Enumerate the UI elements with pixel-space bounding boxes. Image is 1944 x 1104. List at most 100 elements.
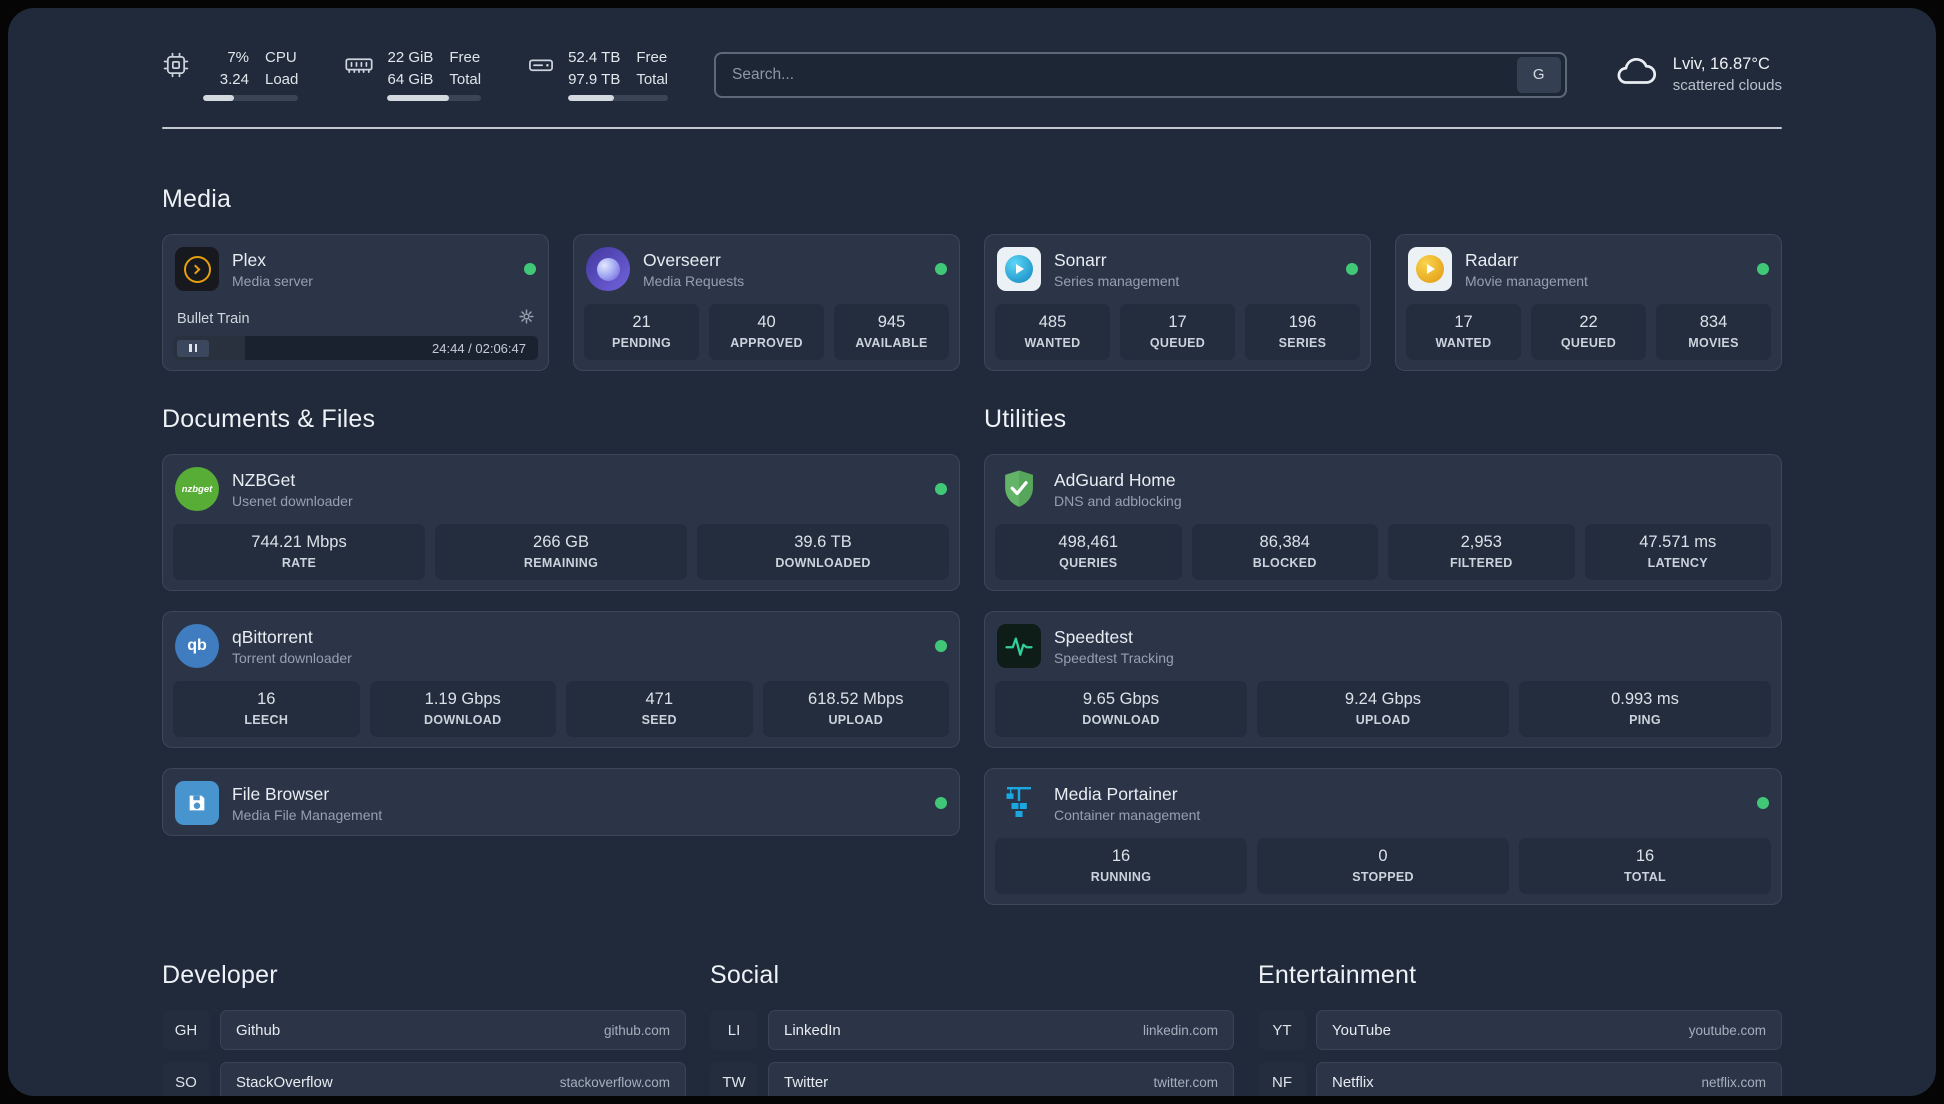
pause-button[interactable] [177,339,209,357]
card-header: Media Portainer Container management [995,779,1771,825]
stat-value: 86,384 [1259,533,1310,551]
qbittorrent-card[interactable]: qb qBittorrent Torrent downloader 16 LEE… [162,611,960,748]
stat-value: 471 [645,690,674,708]
bookmark-name: StackOverflow [236,1073,333,1091]
adguard-card[interactable]: AdGuard Home DNS and adblocking 498,461 … [984,454,1782,591]
stat-value: 16 [1635,847,1655,865]
overseerr-icon [586,247,630,291]
card-title: Sonarr [1054,249,1107,270]
stat-available: 945 AVAILABLE [834,304,949,360]
stat-value: 196 [1288,313,1317,331]
plex-card[interactable]: Plex Media server Bullet Train 24:44 / 0… [162,234,549,371]
stat-label: QUEUED [1149,336,1206,350]
stat-queued: 22 QUEUED [1531,304,1646,360]
disk-free-label: Free [636,49,668,66]
stat-value: 0 [1378,847,1388,865]
stat-label: DOWNLOAD [1082,713,1160,727]
stat-label: UPLOAD [828,713,884,727]
section-title-media: Media [162,185,232,213]
stat-label: SERIES [1278,336,1327,350]
speedtest-card[interactable]: Speedtest Speedtest Tracking 9.65 Gbps D… [984,611,1782,748]
bookmark-abbr[interactable]: YT [1258,1010,1306,1050]
developer-bookmarks: Developer GH Github github.com SO StackO… [162,961,686,1096]
stat-label: DOWNLOADED [775,556,871,570]
bookmark-link[interactable]: StackOverflow stackoverflow.com [220,1062,686,1096]
social-bookmarks: Social LI LinkedIn linkedin.com TW Twitt… [710,961,1234,1096]
stat-value: 16 [1111,847,1131,865]
status-dot [935,797,947,809]
bookmark-url: netflix.com [1701,1074,1766,1090]
stat-label: PENDING [611,336,672,350]
sonarr-card[interactable]: Sonarr Series management 485 WANTED 17 Q… [984,234,1371,371]
portainer-card[interactable]: Media Portainer Container management 16 … [984,768,1782,905]
cpu-bar-fill [203,95,235,101]
section-title-social: Social [710,961,780,989]
stat-stopped: 0 STOPPED [1257,838,1509,894]
cpu-load: 3.24 [219,70,249,88]
stat-wanted: 17 WANTED [1406,304,1521,360]
stat-label: LATENCY [1647,556,1708,570]
memory-total: 64 GiB [387,70,434,88]
card-desc: Series management [1054,272,1180,289]
cloud-icon [1615,56,1659,93]
adguard-icon [997,467,1041,511]
bookmark-link[interactable]: YouTube youtube.com [1316,1010,1782,1050]
stat-label: WANTED [1024,336,1081,350]
radarr-icon [1408,247,1452,291]
overseerr-card[interactable]: Overseerr Media Requests 21 PENDING 40 A… [573,234,960,371]
bookmark-abbr[interactable]: SO [162,1062,210,1096]
stat-value: 17 [1454,313,1473,331]
card-desc: Usenet downloader [232,492,353,509]
playback-progress-bar[interactable]: 24:44 / 02:06:47 [173,336,538,360]
stat-label: REMAINING [523,556,599,570]
stat-label: QUERIES [1059,556,1118,570]
bookmark-link[interactable]: Twitter twitter.com [768,1062,1234,1096]
bookmark-link[interactable]: Github github.com [220,1010,686,1050]
stat-value: 2,953 [1460,533,1502,551]
status-dot [1757,797,1769,809]
filebrowser-icon [175,781,219,825]
bookmark-abbr[interactable]: GH [162,1010,210,1050]
stat-label: AVAILABLE [855,336,928,350]
documents-section: Documents & Files nzbget NZBGet Usenet d… [162,405,960,836]
utilities-section: Utilities AdGuard Home DNS and adblockin… [984,405,1782,905]
card-desc: Torrent downloader [232,649,352,666]
bookmark-name: Netflix [1332,1073,1374,1091]
nzbget-icon: nzbget [175,467,219,511]
section-title-utilities: Utilities [984,405,1067,433]
stat-remaining: 266 GB REMAINING [435,524,687,580]
stat-value: 266 GB [533,533,589,551]
filebrowser-card[interactable]: File Browser Media File Management [162,768,960,836]
bookmark-abbr[interactable]: NF [1258,1062,1306,1096]
bookmark-url: youtube.com [1688,1022,1766,1038]
stat-label: WANTED [1435,336,1492,350]
stat-upload: 618.52 Mbps UPLOAD [762,681,949,737]
bookmark-link[interactable]: LinkedIn linkedin.com [768,1010,1234,1050]
search-engine-button[interactable]: G [1516,56,1561,93]
card-title: Radarr [1465,249,1519,270]
section-title-developer: Developer [162,961,278,989]
sonarr-icon [997,247,1041,291]
stat-value: 834 [1699,313,1728,331]
portainer-icon [997,781,1041,825]
bookmark-link[interactable]: Netflix netflix.com [1316,1062,1782,1096]
nzbget-card[interactable]: nzbget NZBGet Usenet downloader 744.21 M… [162,454,960,591]
topbar-divider [162,127,1782,129]
bookmark-row-github: GH Github github.com [162,1010,686,1050]
disk-free: 52.4 TB [568,49,621,66]
card-header: File Browser Media File Management [173,779,949,825]
stat-series: 196 SERIES [1245,304,1360,360]
plex-now-playing: Bullet Train 24:44 / 02:06:47 [173,299,538,360]
card-header: qb qBittorrent Torrent downloader [173,622,949,668]
cpu-icon [162,51,190,84]
search-input[interactable] [716,65,1517,84]
gear-icon[interactable] [519,309,534,328]
bookmark-abbr[interactable]: TW [710,1062,758,1096]
bookmark-abbr[interactable]: LI [710,1010,758,1050]
memory-free-label: Free [449,49,481,66]
radarr-card[interactable]: Radarr Movie management 17 WANTED 22 QUE… [1395,234,1782,371]
stat-label: TOTAL [1623,870,1666,884]
card-title: Media Portainer [1054,783,1178,804]
stat-queued: 17 QUEUED [1120,304,1235,360]
status-dot [935,263,947,275]
